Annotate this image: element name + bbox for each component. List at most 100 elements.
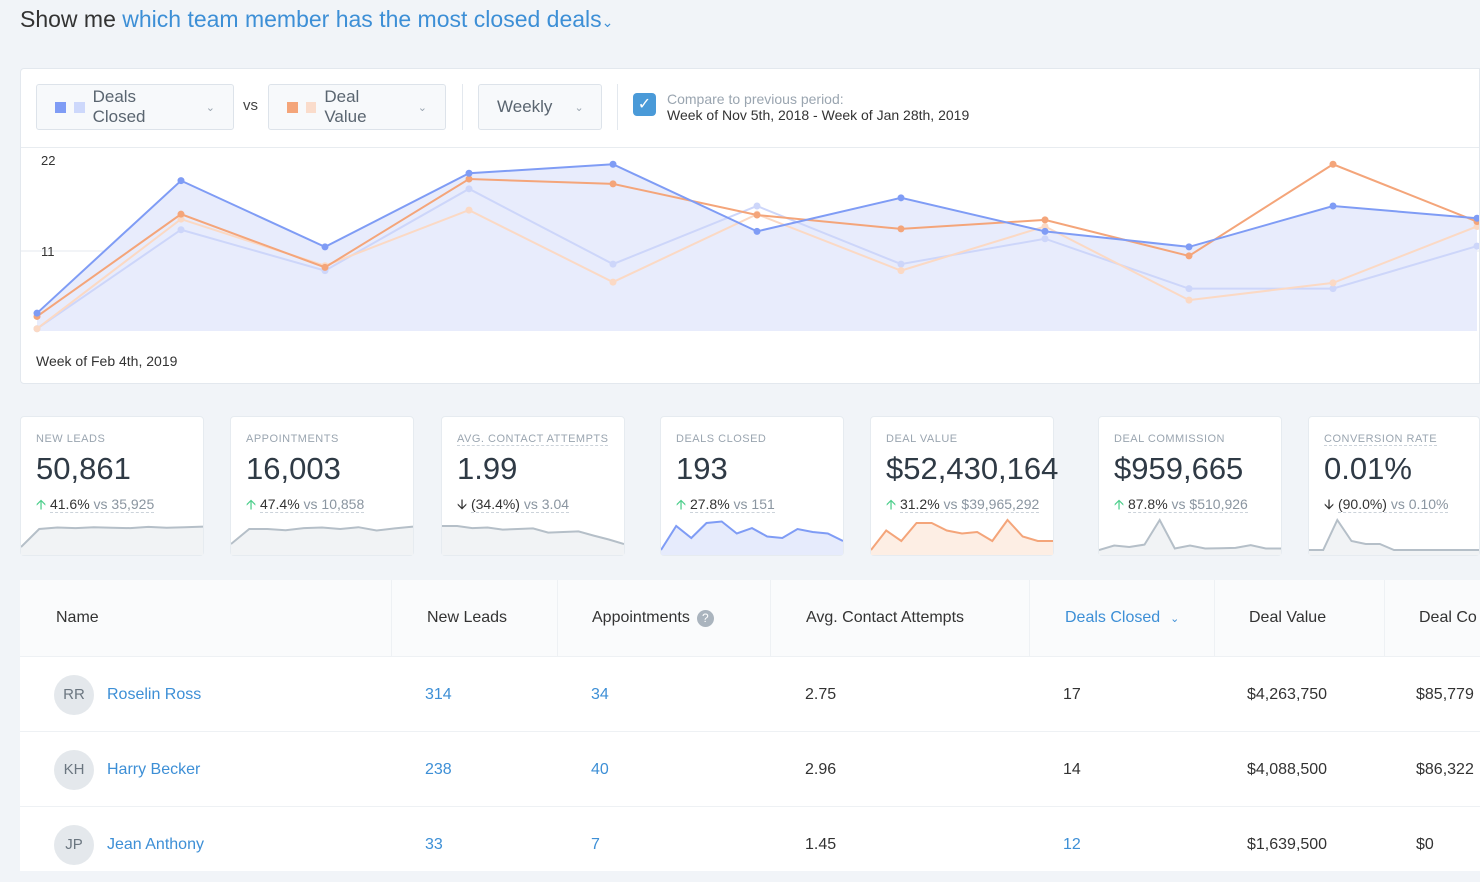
name-cell: KH Harry Becker [54, 732, 200, 807]
arrow-up-icon: 🡩 [676, 496, 687, 512]
col-header-name[interactable]: Name [20, 580, 392, 656]
col-label: Appointments [592, 609, 690, 626]
data-point-deals_prev [753, 202, 761, 210]
kpi-card[interactable]: AVG. CONTACT ATTEMPTS 1.99 🡫 (34.4%) vs … [441, 416, 625, 556]
deals-closed-cell: 17 [1063, 685, 1081, 703]
data-point-value_prev [465, 206, 473, 214]
data-point-deals [1185, 243, 1193, 251]
data-point-value [753, 211, 761, 219]
kpi-value: 0.01% [1324, 451, 1412, 486]
data-point-deals_prev [897, 260, 905, 268]
arrow-down-icon: 🡫 [457, 496, 468, 512]
col-header-deal-value[interactable]: Deal Value [1215, 580, 1385, 656]
kpi-value: 193 [676, 451, 728, 486]
sparkline [871, 518, 1053, 555]
data-point-value [321, 263, 329, 271]
x-axis-label: Week of Feb 4th, 2019 [36, 353, 178, 369]
data-point-deals_prev [1041, 235, 1049, 243]
deal-value-cell: $4,263,750 [1247, 685, 1328, 703]
col-header-new-leads[interactable]: New Leads [392, 580, 558, 656]
kpi-label: DEAL COMMISSION [1114, 433, 1225, 445]
change-percent: (34.4%) [470, 496, 520, 512]
member-name-link[interactable]: Harry Becker [107, 761, 200, 779]
deal-commission-cell: $85,779 [1416, 685, 1474, 703]
query-selector[interactable]: which team member has the most closed de… [122, 6, 613, 32]
sparkline [231, 525, 413, 555]
avatar: RR [54, 674, 94, 715]
data-point-deals_prev [609, 260, 617, 268]
avg-contact-cell: 2.96 [805, 760, 837, 778]
deal-commission-cell: $86,322 [1416, 760, 1474, 778]
kpi-card[interactable]: CONVERSION RATE 0.01% 🡫 (90.0%) vs 0.10% [1308, 416, 1480, 556]
arrow-down-icon: 🡫 [1324, 496, 1335, 512]
kpi-card[interactable]: DEAL VALUE $52,430,164 🡩 31.2% vs $39,96… [870, 416, 1058, 556]
kpi-card[interactable]: APPOINTMENTS 16,003 🡩 47.4% vs 10,858 [230, 416, 414, 556]
sparkline-area [21, 526, 203, 555]
arrow-up-icon: 🡩 [246, 496, 257, 512]
member-name-link[interactable]: Jean Anthony [107, 836, 204, 854]
team-table: Name New Leads Appointments? Avg. Contac… [20, 580, 1480, 871]
data-point-deals [897, 194, 905, 202]
arrow-up-icon: 🡩 [886, 496, 897, 512]
deal-value-cell: $4,088,500 [1247, 760, 1328, 778]
kpi-label: AVG. CONTACT ATTEMPTS [457, 433, 609, 446]
help-icon[interactable]: ? [696, 609, 714, 627]
col-header-avg-contact[interactable]: Avg. Contact Attempts [771, 580, 1030, 656]
chart-panel: Deals Closed ⌄ vs Deal Value ⌄ Weekly ⌄ ✓ C… [20, 68, 1480, 384]
kpi-card[interactable]: DEALS CLOSED 193 🡩 27.8% vs 151 [660, 416, 844, 556]
y-tick-label: 22 [41, 153, 56, 168]
data-point-deals [33, 309, 41, 317]
deals-area [37, 164, 1477, 331]
kpi-card[interactable]: DEAL COMMISSION $959,665 🡩 87.8% vs $510… [1098, 416, 1282, 556]
change-compare: vs $510,926 [1171, 496, 1248, 512]
kpi-label: APPOINTMENTS [246, 433, 339, 445]
change-compare: vs 3.04 [523, 496, 570, 512]
sparkline [442, 525, 624, 555]
new-leads-link[interactable]: 238 [425, 732, 452, 807]
data-point-deals_prev [465, 185, 473, 193]
data-point-deals [465, 169, 473, 177]
avatar: JP [54, 824, 94, 865]
deals-closed-cell: 14 [1063, 760, 1081, 778]
table-row[interactable]: KH Harry Becker 238 40 2.96 14 $4,088,500… [20, 731, 1480, 806]
sparkline-line [1099, 517, 1281, 551]
kpi-label: CONVERSION RATE [1324, 433, 1438, 446]
name-cell: RR Roselin Ross [54, 657, 201, 732]
appointments-link[interactable]: 40 [591, 732, 609, 807]
data-point-deals [753, 227, 761, 235]
member-name-link[interactable]: Roselin Ross [107, 686, 201, 704]
line-chart [21, 160, 1479, 333]
data-point-deals [609, 160, 617, 168]
kpi-card[interactable]: NEW LEADS 50,861 🡩 41.6% vs 35,925 [20, 416, 204, 556]
sort-chevron-icon: ⌄ [1170, 612, 1180, 625]
data-point-deals [177, 177, 185, 185]
change-compare: vs $39,965,292 [943, 496, 1040, 512]
data-point-value [897, 225, 905, 233]
data-point-value_prev [897, 267, 905, 275]
change-compare: vs 35,925 [93, 496, 155, 512]
data-point-value_prev [1185, 296, 1193, 304]
col-header-appointments[interactable]: Appointments? [558, 580, 771, 656]
sparkline [661, 520, 843, 555]
data-point-value_prev [1329, 279, 1337, 287]
table-row[interactable]: JP Jean Anthony 33 7 1.45 12 $1,639,500 $… [20, 806, 1480, 881]
col-header-deals-closed[interactable]: Deals Closed ⌄ [1030, 580, 1215, 656]
data-point-value_prev [33, 325, 41, 333]
col-header-deal-commission[interactable]: Deal Co [1385, 580, 1480, 656]
y-tick-label: 11 [41, 244, 55, 259]
query-prefix: Show me [20, 6, 116, 32]
sparkline-area [1099, 520, 1281, 555]
col-label: Name [56, 609, 99, 626]
data-point-value [609, 180, 617, 188]
col-label: Deal Co [1419, 609, 1477, 626]
data-point-deals_prev [1185, 285, 1193, 293]
sparkline [21, 525, 203, 555]
query-title: Show me which team member has the most c… [20, 6, 613, 33]
appointments-link[interactable]: 34 [591, 657, 609, 732]
kpi-label: NEW LEADS [36, 433, 106, 445]
chevron-down-icon: ⌄ [601, 14, 614, 30]
table-row[interactable]: RR Roselin Ross 314 34 2.75 17 $4,263,750… [20, 656, 1480, 731]
new-leads-link[interactable]: 314 [425, 657, 452, 732]
query-text: which team member has the most closed de… [122, 6, 602, 32]
sparkline-area [231, 526, 413, 555]
